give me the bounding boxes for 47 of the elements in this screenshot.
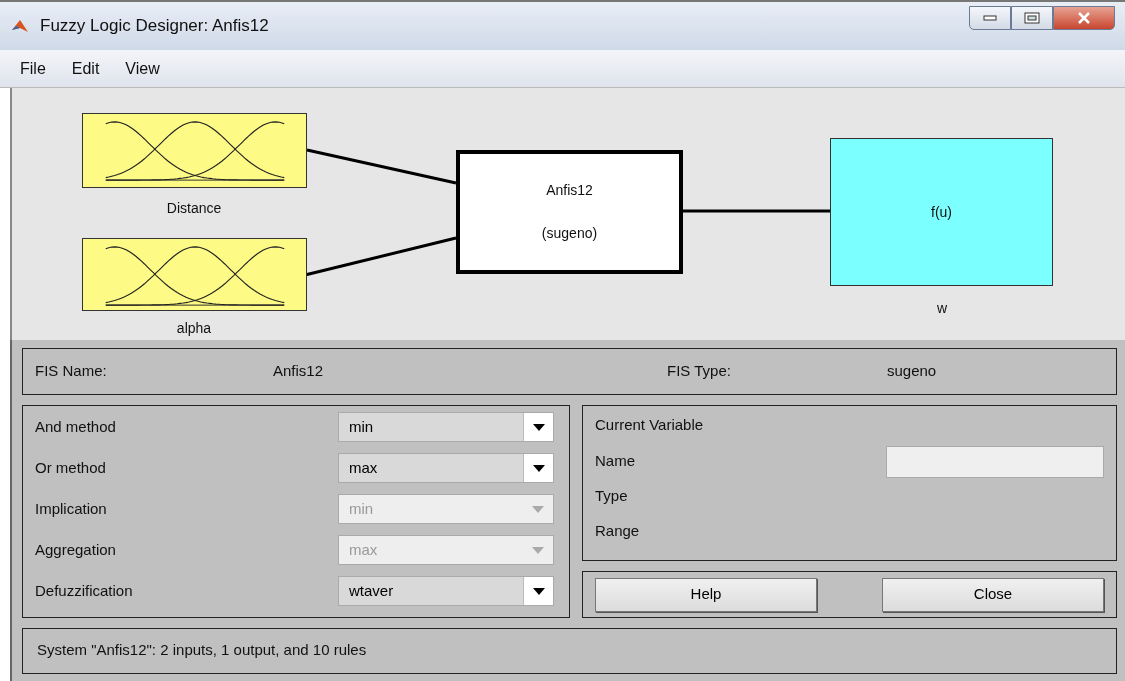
menu-item[interactable]: File <box>20 56 46 81</box>
method-dropdown[interactable]: max <box>338 453 554 483</box>
method-label: Or method <box>35 458 107 478</box>
input-variable-name: Distance <box>166 199 222 218</box>
window-title: Fuzzy Logic Designer: Anfis12 <box>40 15 269 38</box>
section-title: Current Variable <box>595 415 705 435</box>
method-label: Implication <box>35 499 108 519</box>
method-label: Defuzzification <box>35 581 134 601</box>
variable-field-label: Range <box>595 521 640 542</box>
menu-item[interactable]: View <box>125 56 160 81</box>
input-variable-name: alpha <box>176 319 212 338</box>
dialog-button[interactable]: Help <box>595 577 817 612</box>
minimize-button[interactable] <box>969 6 1011 30</box>
minimize-icon <box>983 15 997 21</box>
dialog-button[interactable]: Close <box>882 577 1104 612</box>
system-block[interactable]: Anfis12 (sugeno) <box>456 150 683 274</box>
fis-type-value: sugeno <box>887 361 937 382</box>
method-dropdown: min <box>338 494 554 524</box>
close-icon <box>1077 12 1091 24</box>
fis-name-label: FIS Name: <box>35 361 108 382</box>
maximize-button[interactable] <box>1011 6 1053 30</box>
output-variable-name: w <box>936 299 948 318</box>
variable-field-label: Type <box>595 486 628 507</box>
output-variable-block[interactable]: f(u) <box>830 138 1053 286</box>
method-dropdown: max <box>338 535 554 565</box>
maximize-icon <box>1024 12 1040 24</box>
caret-icon <box>532 587 545 595</box>
system-type: (sugeno) <box>541 224 598 243</box>
app-icon <box>10 18 30 34</box>
input-variable-block[interactable] <box>82 238 307 311</box>
caret-icon <box>532 423 545 431</box>
output-function: f(u) <box>931 202 952 222</box>
system-name: Anfis12 <box>546 181 593 200</box>
method-label: Aggregation <box>35 540 117 560</box>
caret-icon <box>532 546 544 554</box>
fis-type-label: FIS Type: <box>667 361 732 382</box>
method-dropdown[interactable]: wtaver <box>338 576 554 606</box>
menu-item[interactable]: Edit <box>71 56 100 81</box>
caret-icon <box>532 505 544 513</box>
caret-icon <box>532 464 545 472</box>
variable-field-label: Name <box>595 451 635 472</box>
status-text: System "Anfis12": 2 inputs, 1 output, and 10 rules <box>37 641 367 658</box>
method-dropdown[interactable]: min <box>338 412 554 442</box>
close-button[interactable] <box>1053 6 1115 30</box>
method-label: And method <box>35 417 117 437</box>
fis-name-value: Anfis12 <box>273 361 325 382</box>
input-variable-block[interactable] <box>82 113 307 188</box>
